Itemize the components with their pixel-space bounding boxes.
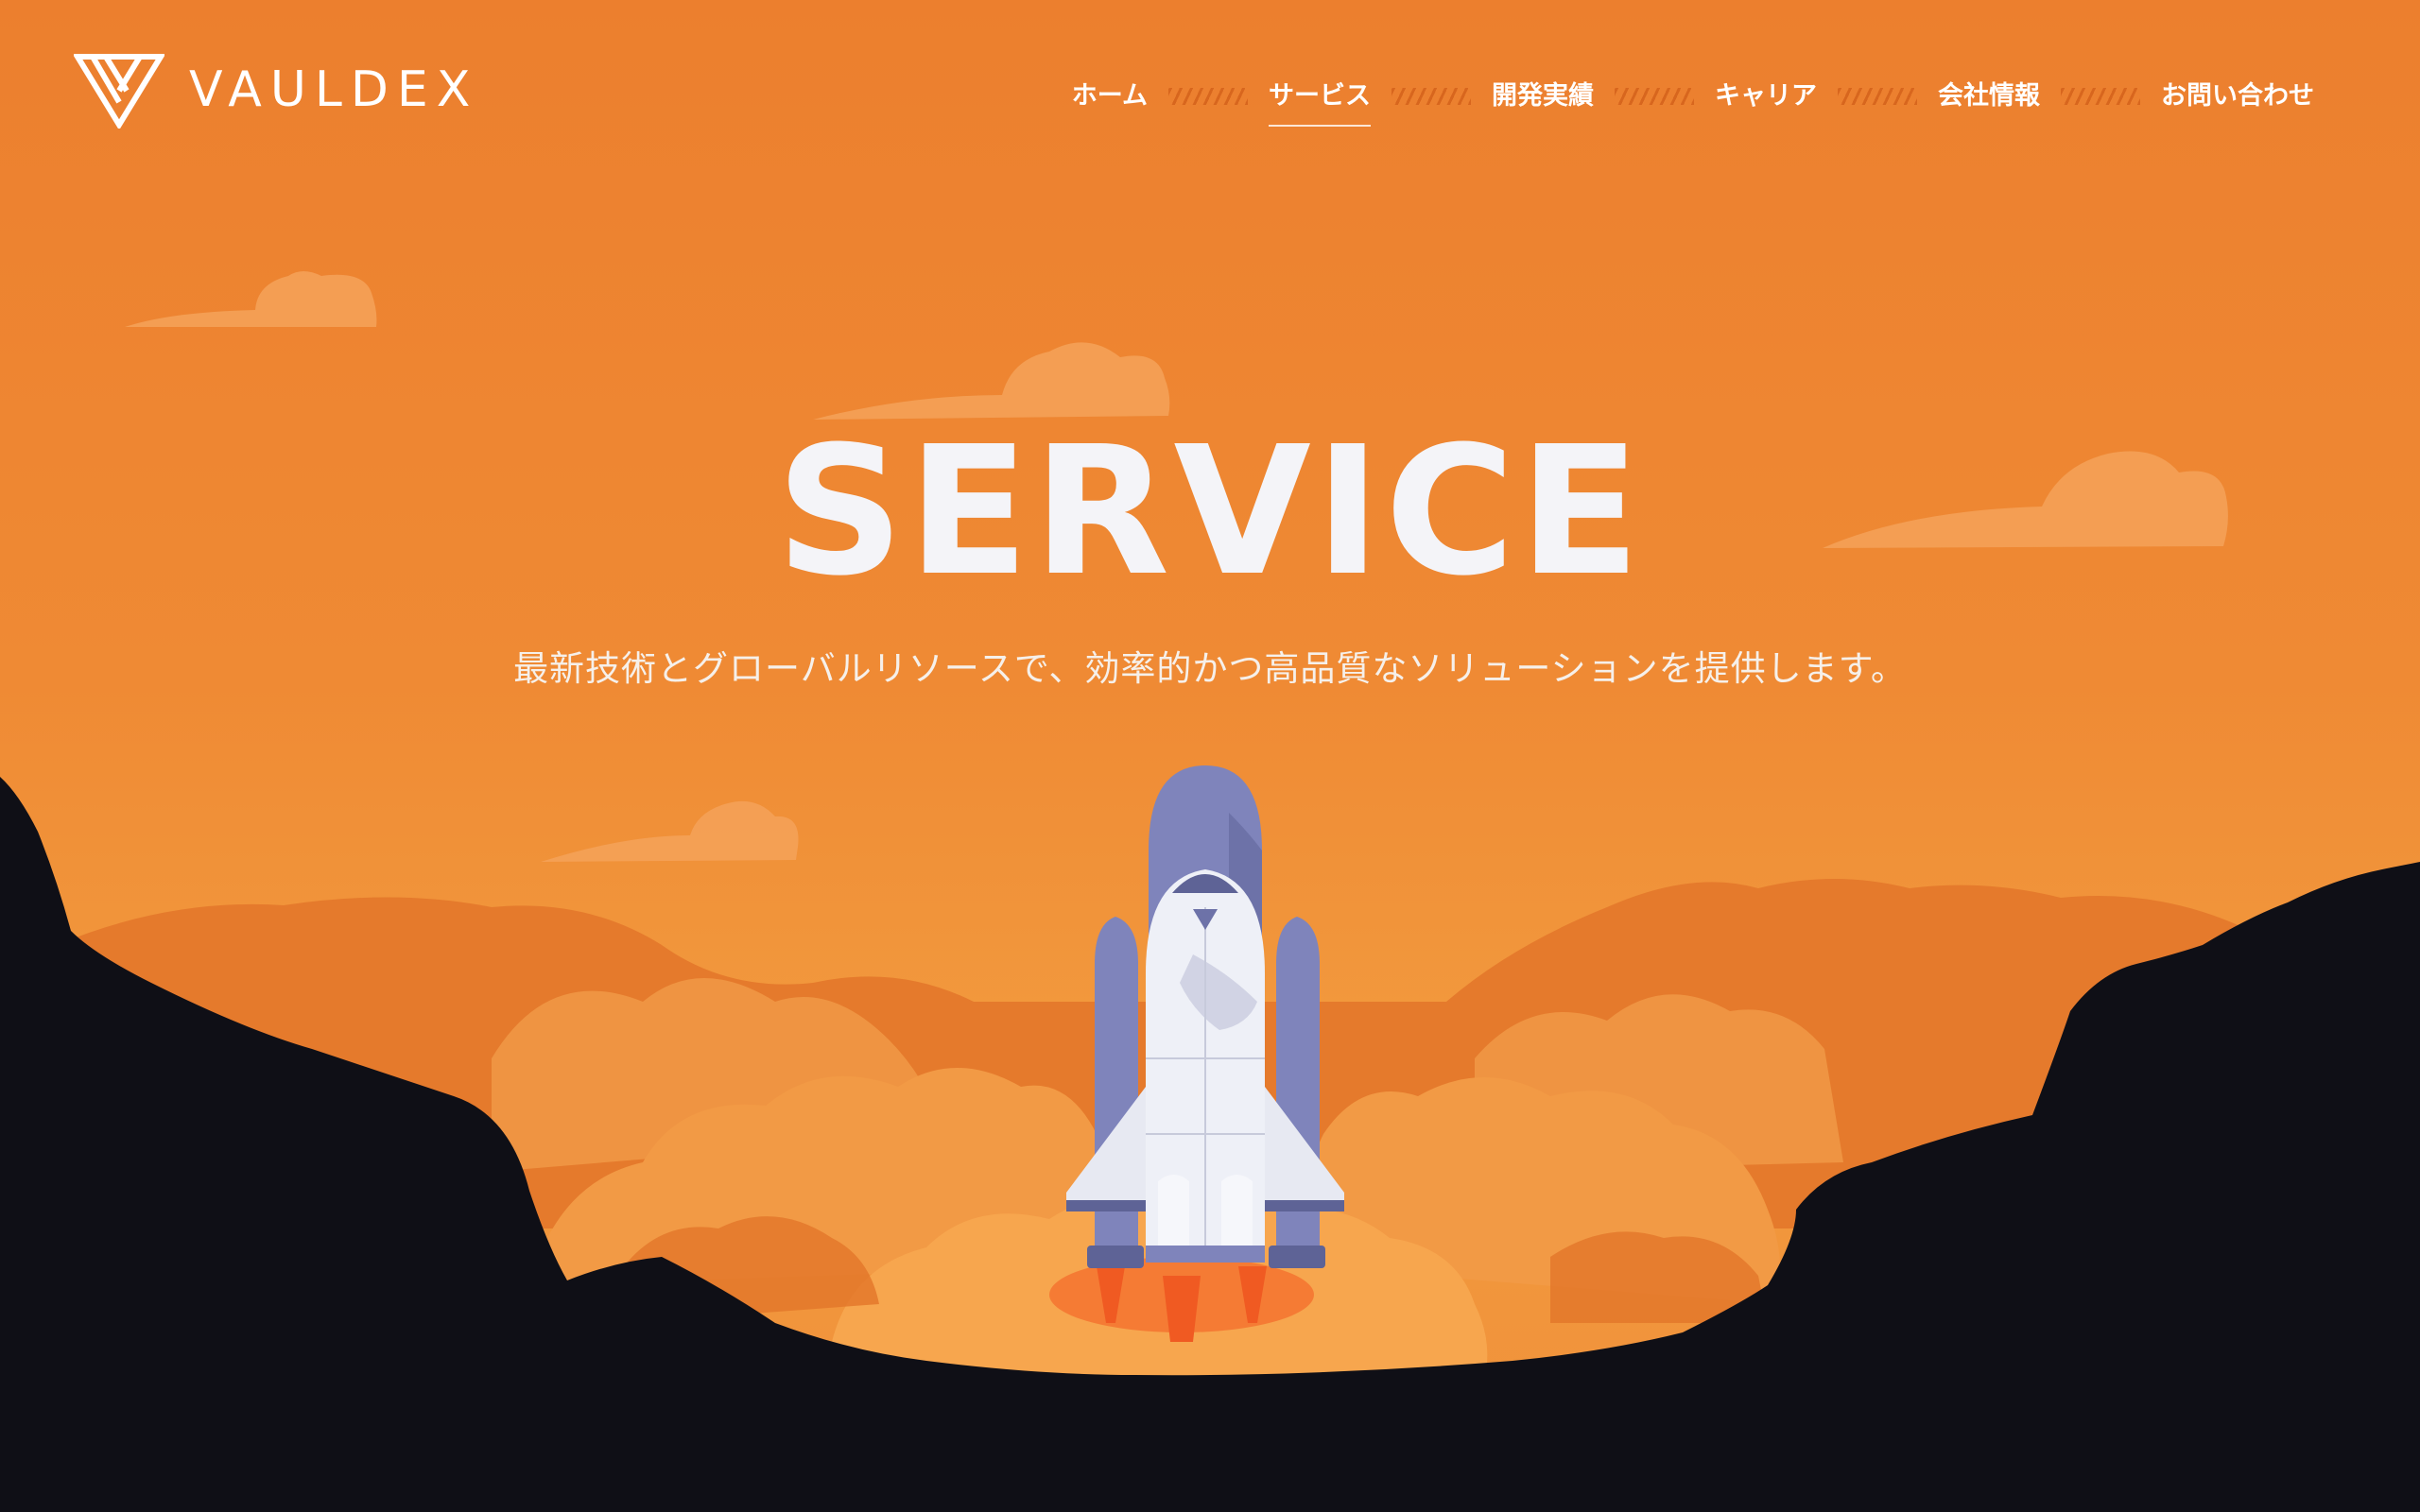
engine-base: [1146, 1246, 1265, 1263]
nav-item-works[interactable]: 開発実績: [1492, 76, 1594, 117]
engine-right: [1221, 1175, 1253, 1249]
main-nav: ホーム サービス 開発実績 キャリア 会社情報 お問い合わせ: [1072, 74, 2314, 127]
brand-logo[interactable]: VAULDEX: [74, 51, 478, 129]
nav-item-service[interactable]: サービス: [1269, 76, 1371, 127]
page-title: SERVICE: [775, 408, 1645, 615]
booster-left-nozzle: [1087, 1246, 1144, 1268]
hero-stage: VAULDEX ホーム サービス 開発実績 キャリア 会社情報 お問い合わせ S…: [0, 0, 2420, 1512]
brand-name: VAULDEX: [189, 61, 479, 118]
nav-item-company[interactable]: 会社情報: [1938, 76, 2040, 117]
nav-item-home[interactable]: ホーム: [1072, 76, 1148, 117]
nav-item-contact[interactable]: お問い合わせ: [2161, 76, 2314, 117]
nav-item-career[interactable]: キャリア: [1715, 76, 1817, 117]
cloud-1: [125, 271, 377, 327]
cloud-4: [541, 800, 799, 862]
nav-separator: [1392, 88, 1471, 105]
site-header: VAULDEX ホーム サービス 開発実績 キャリア 会社情報 お問い合わせ: [0, 0, 2420, 189]
booster-right-nozzle: [1269, 1246, 1325, 1268]
vauldex-logo-icon: [74, 54, 164, 129]
space-shuttle: [1066, 765, 1344, 1268]
nav-separator: [1615, 88, 1694, 105]
nav-separator: [1168, 88, 1248, 105]
page-subtitle: 最新技術とグローバルリソースで、効率的かつ高品質なソリューションを提供します。: [513, 648, 1907, 689]
nav-separator: [2061, 88, 2140, 105]
hero-illustration: [0, 271, 2420, 1512]
engine-left: [1158, 1175, 1189, 1249]
nav-separator: [1838, 88, 1917, 105]
